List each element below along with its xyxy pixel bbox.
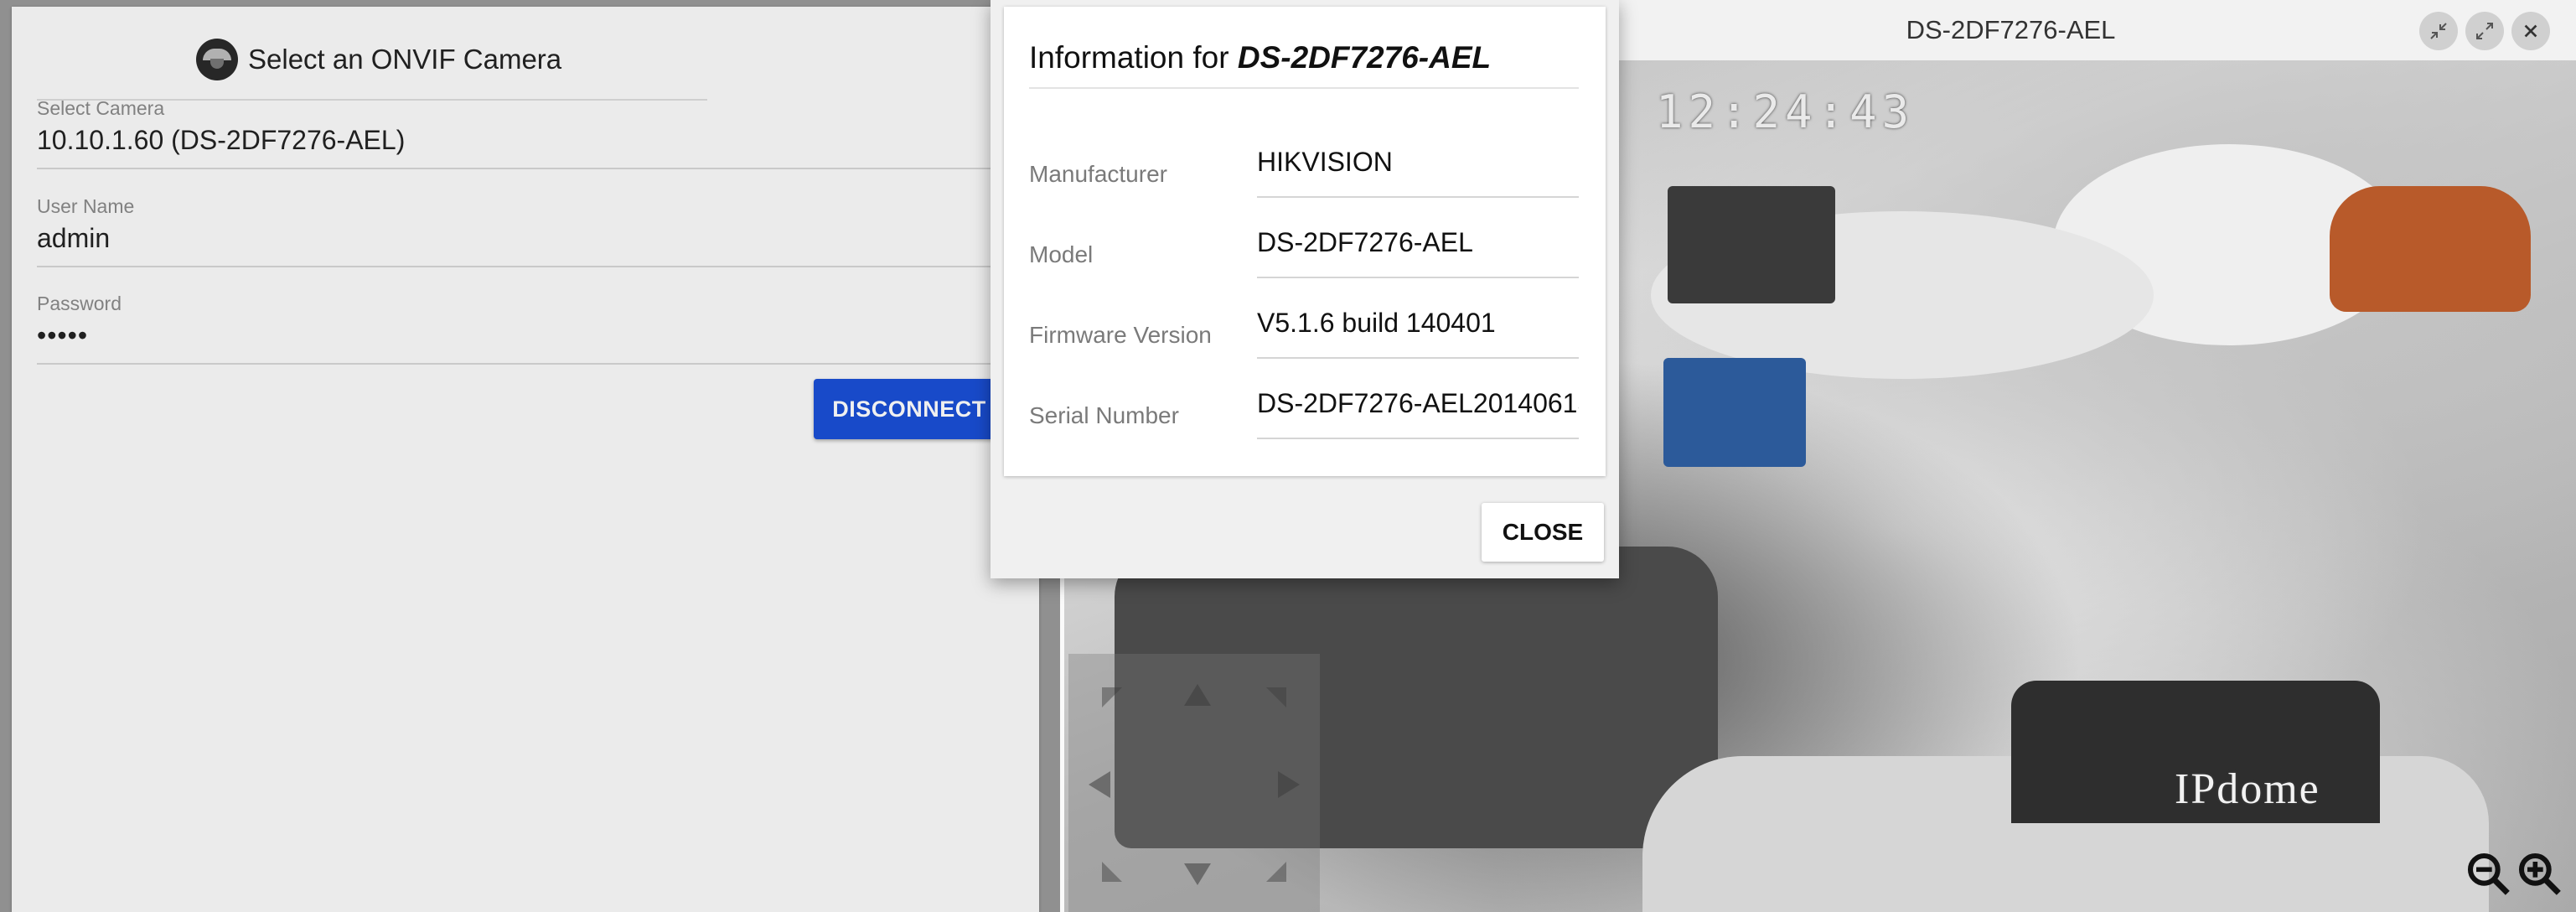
- ptz-down-right-icon[interactable]: [1266, 862, 1286, 882]
- info-row-firmware: Firmware Version V5.1.6 build 140401: [1029, 278, 1579, 359]
- info-value: DS-2DF7276-AEL: [1257, 227, 1473, 257]
- ptz-down-icon[interactable]: [1184, 863, 1211, 885]
- info-row-model: Model DS-2DF7276-AEL: [1029, 198, 1579, 278]
- info-value: DS-2DF7276-AEL20140613: [1257, 388, 1579, 418]
- ptz-up-left-icon[interactable]: [1102, 687, 1122, 707]
- info-value: HIKVISION: [1257, 147, 1393, 177]
- video-timestamp: 12:24:43: [1656, 86, 1915, 138]
- ptz-control-pad[interactable]: [1068, 654, 1320, 912]
- ptz-up-right-icon[interactable]: [1266, 687, 1286, 707]
- modal-backdrop[interactable]: [0, 0, 1060, 912]
- info-value: V5.1.6 build 140401: [1257, 308, 1496, 338]
- close-icon[interactable]: [2511, 12, 2550, 50]
- ptz-up-icon[interactable]: [1184, 684, 1211, 706]
- dialog-title-model: DS-2DF7276-AEL: [1237, 40, 1492, 75]
- dark-dumpster: [1668, 186, 1835, 303]
- ptz-down-left-icon[interactable]: [1102, 862, 1122, 882]
- info-label: Serial Number: [1029, 402, 1179, 428]
- info-label: Model: [1029, 241, 1094, 267]
- info-label: Firmware Version: [1029, 322, 1212, 348]
- dialog-title-prefix: Information for: [1029, 40, 1229, 75]
- zoom-out-icon[interactable]: [2465, 850, 2511, 897]
- expand-icon[interactable]: [2465, 12, 2504, 50]
- orange-car: [2330, 186, 2531, 312]
- close-button[interactable]: CLOSE: [1482, 503, 1604, 562]
- collapse-icon[interactable]: [2419, 12, 2458, 50]
- ptz-right-icon[interactable]: [1278, 771, 1300, 798]
- zoom-in-icon[interactable]: [2516, 850, 2563, 897]
- dialog-title-divider: [1029, 87, 1579, 89]
- info-row-serial: Serial Number DS-2DF7276-AEL20140613: [1029, 359, 1579, 439]
- camera-info-dialog: Information for DS-2DF7276-AEL Manufactu…: [991, 0, 1619, 578]
- info-row-manufacturer: Manufacturer HIKVISION: [1029, 117, 1579, 198]
- blue-dumpster: [1663, 358, 1806, 467]
- video-watermark: IPdome: [2175, 765, 2320, 813]
- info-label: Manufacturer: [1029, 161, 1167, 187]
- ptz-left-icon[interactable]: [1089, 771, 1110, 798]
- dialog-title: Information for DS-2DF7276-AEL: [1029, 40, 1491, 75]
- camera-info-card: Information for DS-2DF7276-AEL Manufactu…: [1004, 7, 1606, 476]
